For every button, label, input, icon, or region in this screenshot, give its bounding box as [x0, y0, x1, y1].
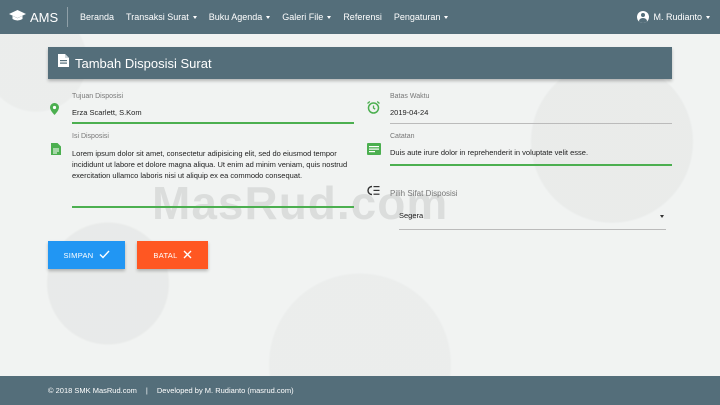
dropdown-arrow-icon — [660, 215, 664, 218]
catatan-input[interactable]: Duis aute irure dolor in reprehenderit i… — [390, 148, 588, 157]
catatan-label: Catatan — [390, 133, 415, 140]
alarm-clock-icon — [367, 101, 380, 119]
catatan-underline — [390, 164, 672, 166]
nav-buku-agenda[interactable]: Buku Agenda — [209, 12, 271, 22]
close-icon — [178, 250, 192, 261]
brand[interactable]: AMS — [0, 7, 68, 27]
batas-underline — [390, 123, 672, 124]
tujuan-input[interactable]: Erza Scarlett, S.Kom — [72, 108, 142, 117]
save-button[interactable]: SIMPAN — [48, 241, 125, 269]
cancel-button-label: BATAL — [153, 250, 178, 260]
nav-label: Beranda — [80, 12, 115, 22]
user-name: M. Rudianto — [653, 12, 702, 22]
watermark: MasRud.com — [152, 177, 449, 229]
brand-name: AMS — [30, 9, 59, 25]
nav-referensi[interactable]: Referensi — [343, 12, 382, 22]
caret-down-icon — [444, 15, 449, 19]
nav-label: Buku Agenda — [208, 12, 263, 22]
nav-beranda[interactable]: Beranda — [80, 12, 114, 22]
nav-label: Referensi — [343, 12, 382, 22]
nav-label: Transaksi Surat — [126, 12, 189, 22]
batas-label: Batas Waktu — [390, 93, 430, 100]
sifat-select[interactable]: Segera — [399, 211, 423, 220]
caret-down-icon — [192, 15, 197, 19]
graduation-cap-icon — [9, 10, 26, 24]
sifat-underline — [399, 229, 666, 230]
footer-separator: | — [145, 386, 148, 395]
caret-down-icon — [266, 15, 271, 19]
note-icon — [367, 142, 381, 160]
batas-input[interactable]: 2019-04-24 — [390, 108, 428, 117]
check-icon — [94, 250, 110, 261]
caret-down-icon — [706, 15, 710, 19]
page-header: Tambah Disposisi Surat — [48, 47, 672, 79]
tujuan-label: Tujuan Disposisi — [72, 93, 124, 100]
nav-galeri-file[interactable]: Galeri File — [282, 12, 332, 22]
nav-label: Pengaturan — [393, 12, 441, 22]
isi-textarea[interactable]: Lorem ipsum dolor sit amet, consectetur … — [72, 148, 352, 181]
document-icon — [58, 54, 69, 72]
footer: © 2018 SMK MasRud.com | Developed by M. … — [0, 376, 720, 405]
cancel-button[interactable]: BATAL — [137, 241, 208, 269]
save-button-label: SIMPAN — [63, 250, 94, 260]
isi-underline — [72, 206, 354, 208]
document-icon — [51, 142, 61, 160]
footer-copyright: © 2018 SMK MasRud.com — [48, 386, 137, 395]
top-navbar: AMS Beranda Transaksi Surat Buku Agenda … — [0, 0, 720, 34]
user-menu[interactable]: M. Rudianto — [637, 0, 710, 34]
page-title: Tambah Disposisi Surat — [75, 55, 212, 71]
footer-developer: Developed by M. Rudianto (masrud.com) — [156, 386, 294, 395]
isi-label: Isi Disposisi — [72, 133, 109, 140]
location-pin-icon — [50, 102, 59, 120]
sifat-label: Pilih Sifat Disposisi — [390, 189, 458, 198]
nav-label: Galeri File — [282, 12, 324, 22]
nav-transaksi-surat[interactable]: Transaksi Surat — [126, 12, 197, 22]
format-list-icon — [366, 183, 380, 201]
caret-down-icon — [327, 15, 332, 19]
nav-pengaturan[interactable]: Pengaturan — [394, 12, 449, 22]
tujuan-underline — [72, 122, 354, 124]
account-circle-icon — [637, 11, 650, 23]
